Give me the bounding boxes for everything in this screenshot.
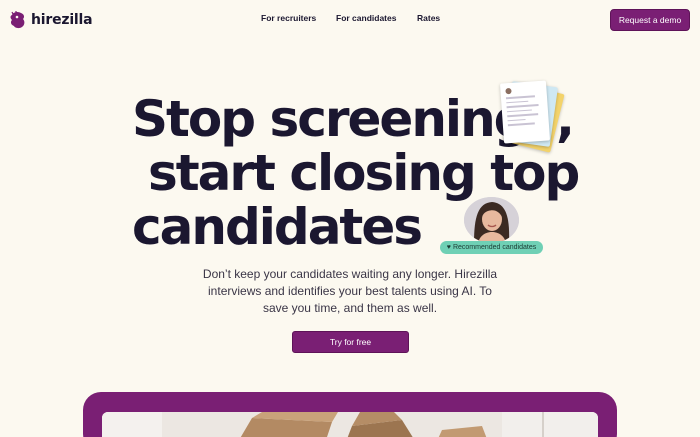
candidate-avatar <box>464 197 519 243</box>
hero-subtitle: Don’t keep your candidates waiting any l… <box>202 267 498 315</box>
request-demo-button[interactable]: Request a demo <box>610 9 690 31</box>
nav-link-candidates[interactable]: For candidates <box>336 13 396 23</box>
candidate-photo-icon <box>464 197 519 243</box>
product-video[interactable] <box>102 412 598 437</box>
resume-stack-illustration <box>499 80 565 154</box>
try-for-free-button[interactable]: Try for free <box>292 331 409 353</box>
heart-icon: ♥ <box>446 244 451 251</box>
recommended-candidates-badge: ♥ Recommended candidates <box>440 241 543 254</box>
product-video-card <box>83 392 617 437</box>
resume-photo-icon <box>505 87 512 95</box>
headline-line-2: start closing top <box>148 144 580 202</box>
nav-link-rates[interactable]: Rates <box>417 13 440 23</box>
badge-label: Recommended candidates <box>452 244 537 251</box>
main-nav: For recruiters For candidates Rates <box>0 13 700 27</box>
top-nav: hirezilla For recruiters For candidates … <box>0 0 700 40</box>
headline-line-3: candidates <box>132 198 423 256</box>
resume-sheet-front <box>499 80 551 144</box>
headline-line-1: Stop screening <box>132 90 529 148</box>
office-photo <box>102 412 598 437</box>
nav-link-recruiters[interactable]: For recruiters <box>261 13 316 23</box>
